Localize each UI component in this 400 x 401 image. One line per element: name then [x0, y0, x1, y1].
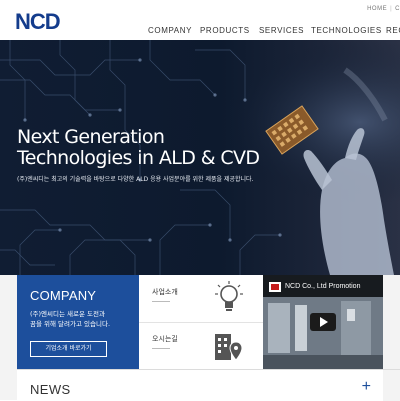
youtube-channel-icon: [269, 282, 281, 292]
company-description-line-1: (주)엔씨디는 새로운 도전과: [30, 310, 105, 318]
quick-links: 사업소개 오시는길: [139, 275, 263, 369]
company-description: (주)엔씨디는 새로운 도전과 꿈을 위해 달려가고 있습니다.: [30, 309, 135, 329]
lightbulb-icon: [215, 281, 243, 320]
promotion-video[interactable]: NCD Co., Ltd Promotion: [263, 275, 383, 369]
hero-title-line-1: Next Generation: [17, 126, 165, 148]
company-title: COMPANY: [30, 288, 97, 303]
nav-technologies[interactable]: TECHNOLOGIES: [311, 26, 382, 35]
news-side-panel: [383, 369, 400, 401]
hero-title: Next Generation Technologies in ALD & CVD: [17, 126, 260, 169]
video-title: NCD Co., Ltd Promotion: [285, 283, 361, 290]
quick-link-business[interactable]: 사업소개: [139, 275, 263, 323]
company-box: COMPANY (주)엔씨디는 새로운 도전과 꿈을 위해 달려가고 있습니다.…: [17, 275, 139, 369]
divider: [152, 348, 170, 349]
nav-services[interactable]: SERVICES: [259, 26, 304, 35]
top-bar: NCD HOME | C COMPANY PRODUCTS SERVICES TEC…: [0, 0, 400, 40]
quick-link-label: 오시는길: [152, 335, 178, 343]
divider: [152, 301, 170, 302]
quick-link-label: 사업소개: [152, 288, 178, 296]
news-more-button[interactable]: +: [362, 378, 371, 396]
utility-link[interactable]: C: [395, 6, 400, 12]
company-description-line-2: 꿈을 위해 달려가고 있습니다.: [30, 320, 111, 328]
quick-link-location[interactable]: 오시는길: [139, 322, 263, 369]
nav-products[interactable]: PRODUCTS: [200, 26, 250, 35]
main-navigation: COMPANY PRODUCTS SERVICES TECHNOLOGIES R…: [0, 26, 400, 38]
news-section: NEWS +: [17, 369, 383, 401]
hero-title-line-2: Technologies in ALD & CVD: [17, 147, 260, 169]
play-icon[interactable]: [310, 313, 336, 331]
nav-recruit[interactable]: REC: [386, 26, 400, 35]
hero-subtitle: (주)엔씨디는 최고의 기술력을 바탕으로 다양한 ALD 응용 사업분야를 위…: [17, 176, 254, 183]
news-title: NEWS: [30, 382, 71, 397]
building-location-icon: [213, 328, 243, 367]
utility-home-link[interactable]: HOME: [367, 6, 387, 12]
utility-links: HOME | C: [367, 6, 400, 12]
nav-company[interactable]: COMPANY: [148, 26, 192, 35]
right-gutter: [383, 275, 400, 369]
left-gutter: [0, 275, 17, 400]
company-intro-button[interactable]: 기업소개 바로가기: [30, 341, 107, 357]
hero-banner: Next Generation Technologies in ALD & CVD…: [0, 40, 400, 275]
